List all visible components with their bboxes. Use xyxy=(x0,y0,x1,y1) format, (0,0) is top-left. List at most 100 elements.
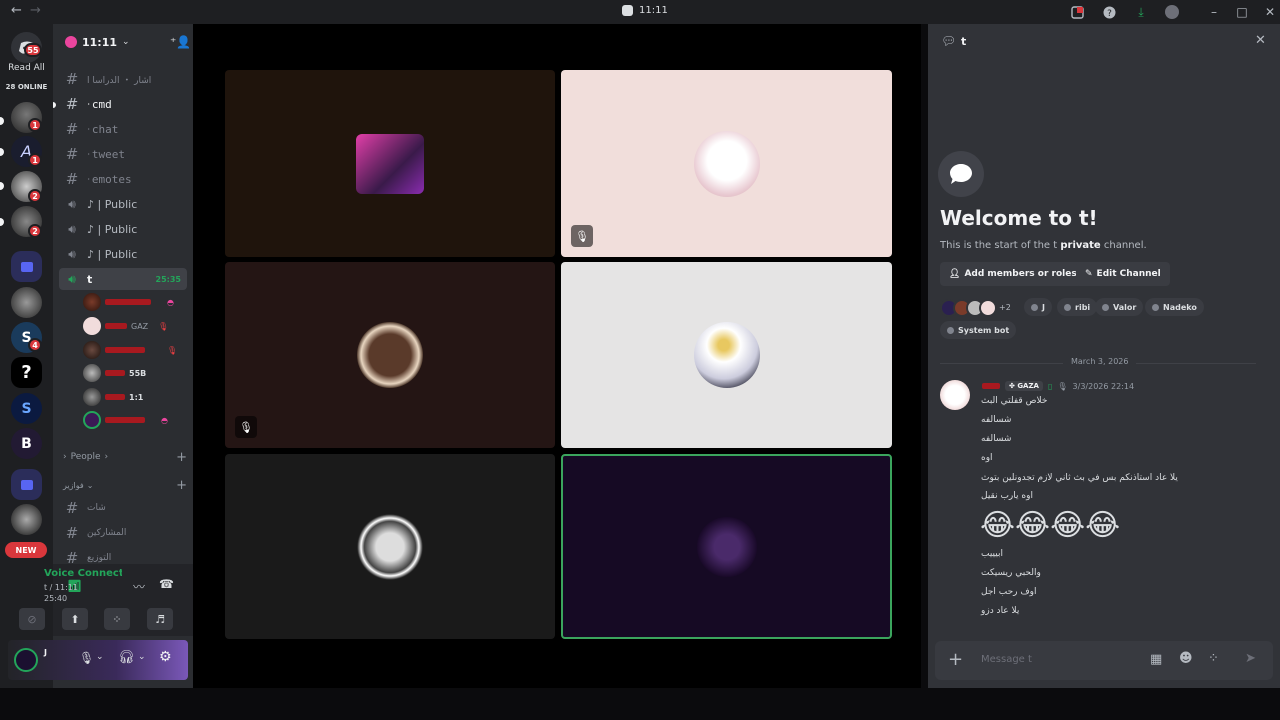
message-timestamp: 3/3/2026 22:14 xyxy=(1072,381,1135,391)
add-member-icon: 👤︎ xyxy=(949,269,961,279)
message-line: يلا عاد دزو xyxy=(981,606,1020,616)
add-channel-icon[interactable]: + xyxy=(176,478,187,493)
server-folder-2[interactable] xyxy=(11,469,42,500)
voice-user[interactable]: ◓ xyxy=(83,410,168,430)
soundboard-icon: ♬ xyxy=(155,612,165,626)
add-channel-icon[interactable]: + xyxy=(176,450,187,465)
author-name-redacted[interactable] xyxy=(982,383,1000,389)
maximize-icon[interactable]: □ xyxy=(1234,4,1250,20)
voice-user[interactable]: 55B xyxy=(83,363,146,383)
channel-item-cmd[interactable]: # ᐧ cmd xyxy=(59,93,187,115)
inbox-icon[interactable] xyxy=(1069,4,1085,20)
channel-item-tweet[interactable]: # ᐧ tweet xyxy=(59,143,187,165)
member-tag[interactable]: J xyxy=(1024,298,1052,316)
message-line: اوه xyxy=(981,453,993,463)
voice-channel-public-3[interactable]: 🔊︎ ♪ | Public xyxy=(59,243,187,265)
arrow-right-icon[interactable]: → xyxy=(30,3,41,18)
download-icon[interactable]: ⤓ xyxy=(1133,4,1149,20)
add-members-button[interactable]: 👤︎ Add members or roles xyxy=(940,262,1086,286)
screen-share-button[interactable]: ⬆︎ xyxy=(62,608,88,630)
activities-button[interactable]: ⁘ xyxy=(104,608,130,630)
channel-item[interactable]: # شات xyxy=(59,497,187,519)
guild-tag: ✤ GAZA xyxy=(1005,381,1043,391)
hash-icon: # xyxy=(65,170,79,188)
participant-tile[interactable]: 🎙︎ xyxy=(561,70,892,257)
avatar[interactable] xyxy=(940,380,970,410)
voice-user[interactable]: 1:1 xyxy=(83,387,143,407)
edit-channel-button[interactable]: ✎ Edit Channel xyxy=(1076,262,1170,286)
add-member-icon[interactable]: ⁺👤 xyxy=(170,35,191,49)
camera-off-button[interactable]: ⊘ xyxy=(19,608,45,630)
voice-user[interactable]: ◓ xyxy=(83,292,174,312)
avatar-icon[interactable] xyxy=(1164,4,1180,20)
message-line: والحبي ريسيكت xyxy=(981,568,1041,578)
channel-item-chat[interactable]: # ᐧ chat xyxy=(59,118,187,140)
disconnect-icon[interactable]: ☎︎ xyxy=(159,577,174,591)
chevron-down-icon[interactable]: ⌄ xyxy=(96,652,104,662)
chevron-down-icon[interactable]: ⌄ xyxy=(138,652,146,662)
voice-connected-subtitle[interactable]: t / 11:11 xyxy=(44,583,78,592)
message-line: اوف رحب اجل xyxy=(981,587,1037,597)
message-line: شسالفه xyxy=(981,434,1012,444)
participant-tile-speaking[interactable] xyxy=(561,454,892,639)
unread-badge: 2 xyxy=(28,189,42,203)
unread-pill xyxy=(0,218,4,226)
speaker-icon: 🔊︎ xyxy=(68,271,76,286)
sticker-icon[interactable]: ☻ xyxy=(1179,651,1193,666)
participant-tile[interactable] xyxy=(561,262,892,448)
avatar xyxy=(693,130,760,197)
channel-item[interactable]: # المشاركين xyxy=(59,522,187,544)
participant-tile[interactable] xyxy=(225,454,555,639)
read-all-button[interactable]: Read All xyxy=(2,63,51,73)
server-icon-6[interactable] xyxy=(11,504,42,535)
noise-suppression-icon[interactable]: 〰︎ xyxy=(133,578,145,595)
channel-item[interactable]: # اشار ・ الدراسا ا xyxy=(59,68,187,90)
server-header[interactable]: 11:11 ⌄ ⁺👤 xyxy=(53,24,193,60)
camera-off-icon: ⊘ xyxy=(27,612,37,626)
voice-channel-public-1[interactable]: 🔊︎ ♪ | Public xyxy=(59,193,187,215)
server-folder-1[interactable] xyxy=(11,251,42,282)
arrow-left-icon[interactable]: ← xyxy=(11,3,22,18)
voice-channel-t[interactable]: 🔊︎ t 25:35 xyxy=(59,268,187,290)
soundboard-button[interactable]: ♬ xyxy=(147,608,173,630)
server-icon-4[interactable]: S xyxy=(11,393,42,424)
headphones-icon[interactable]: 🎧︎ xyxy=(118,650,135,665)
chat-bubble-icon: 💬︎ xyxy=(941,34,957,48)
new-badge: NEW xyxy=(5,542,47,558)
add-attachment-icon[interactable]: + xyxy=(948,649,963,670)
server-mini-icon xyxy=(622,5,633,16)
unread-pill xyxy=(0,182,4,190)
member-tag[interactable]: Nadeko xyxy=(1145,298,1204,316)
gear-icon[interactable]: ⚙ xyxy=(159,649,172,665)
message-input[interactable]: Message t xyxy=(981,654,1131,665)
close-icon[interactable]: ✕ xyxy=(1262,4,1278,20)
channel-item-emotes[interactable]: # ᐧ emotes xyxy=(59,168,187,190)
voice-user[interactable]: GAZ 🎙︎ xyxy=(83,316,168,336)
server-icon-5[interactable]: B xyxy=(11,428,42,459)
member-tag[interactable]: System bot xyxy=(940,321,1017,339)
voice-connected-title[interactable]: Voice Connected xyxy=(44,568,122,579)
participant-tile[interactable]: 🎙︎ xyxy=(225,262,555,448)
send-icon[interactable]: ➤ xyxy=(1245,651,1256,666)
category-people[interactable]: › People › + xyxy=(63,450,187,465)
help-icon[interactable]: ? xyxy=(1101,4,1117,20)
member-tag[interactable]: ribi xyxy=(1057,298,1098,316)
message-line: اوه يارب نقيل xyxy=(981,491,1033,501)
username-redacted xyxy=(105,347,145,353)
avatar[interactable] xyxy=(14,648,38,672)
chevron-down-icon: ⌄ xyxy=(86,481,94,490)
calendar-icon[interactable]: ▦ xyxy=(1150,652,1162,667)
dm-badge: 55 xyxy=(24,43,42,57)
voice-channel-public-2[interactable]: 🔊︎ ♪ | Public xyxy=(59,218,187,240)
category-other[interactable]: فوازير ⌄ + xyxy=(63,478,187,493)
voice-user[interactable]: 🎙︎ xyxy=(83,340,177,360)
server-icon-3[interactable]: ? xyxy=(11,357,42,388)
server-icon-1[interactable] xyxy=(11,287,42,318)
microphone-icon[interactable]: 🎙︎ xyxy=(79,651,94,665)
member-tag[interactable]: Valor xyxy=(1095,298,1144,316)
apps-icon[interactable]: ⁘ xyxy=(1208,651,1219,666)
minimize-icon[interactable]: – xyxy=(1206,4,1222,20)
stream-icon: ◓ xyxy=(161,415,168,425)
participant-tile[interactable] xyxy=(225,70,555,257)
close-icon[interactable]: ✕ xyxy=(1255,33,1266,48)
